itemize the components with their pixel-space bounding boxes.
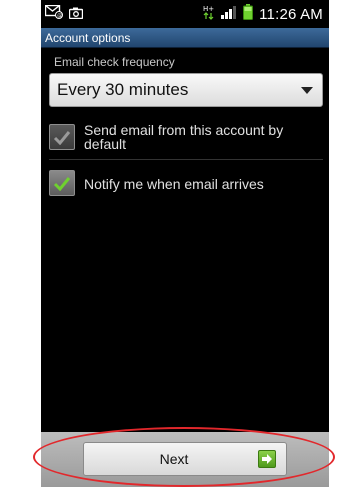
hspa-data-icon: H+ [203, 4, 215, 24]
send-from-account-default-label: Send email from this account by default [84, 123, 283, 151]
next-button-label: Next [159, 451, 189, 467]
notify-email-arrives-checkbox[interactable] [49, 170, 75, 196]
email-check-frequency-spinner[interactable]: Every 30 minutes [49, 73, 323, 107]
option-label-line1: Send email from this account by [84, 122, 284, 138]
signal-strength-icon [221, 5, 237, 23]
next-button[interactable]: Next [83, 442, 287, 476]
svg-text:@: @ [57, 13, 62, 19]
camera-icon [68, 6, 84, 24]
option-divider [49, 159, 323, 160]
status-clock: 11:26 AM [259, 5, 323, 23]
status-bar: @ H+ 11:26 AM [41, 0, 329, 28]
checkmark-icon [53, 177, 71, 191]
next-arrow-icon [258, 450, 276, 468]
email-notification-icon: @ [44, 4, 63, 24]
send-from-account-default-option[interactable]: Send email from this account by default [49, 123, 323, 159]
status-right-icons: H+ 11:26 AM [203, 4, 323, 24]
notify-email-arrives-option[interactable]: Notify me when email arrives [49, 170, 323, 200]
notify-email-arrives-label: Notify me when email arrives [84, 176, 264, 192]
battery-icon [243, 4, 254, 24]
email-check-frequency-label: Email check frequency [54, 55, 175, 69]
bottom-action-bar: Next [41, 432, 329, 487]
status-left-icons: @ [44, 4, 84, 24]
spinner-selected-value: Every 30 minutes [57, 80, 189, 99]
send-from-account-default-checkbox[interactable] [49, 124, 75, 150]
checkmark-icon [53, 131, 71, 145]
title-bar: Account options [41, 28, 329, 48]
svg-text:H+: H+ [203, 5, 214, 13]
option-label-line2: default [84, 136, 127, 152]
phone-screen: @ H+ 11:26 AM Account options Email chec… [41, 0, 329, 487]
page-title: Account options [45, 31, 131, 45]
dropdown-arrow-icon [301, 87, 313, 94]
